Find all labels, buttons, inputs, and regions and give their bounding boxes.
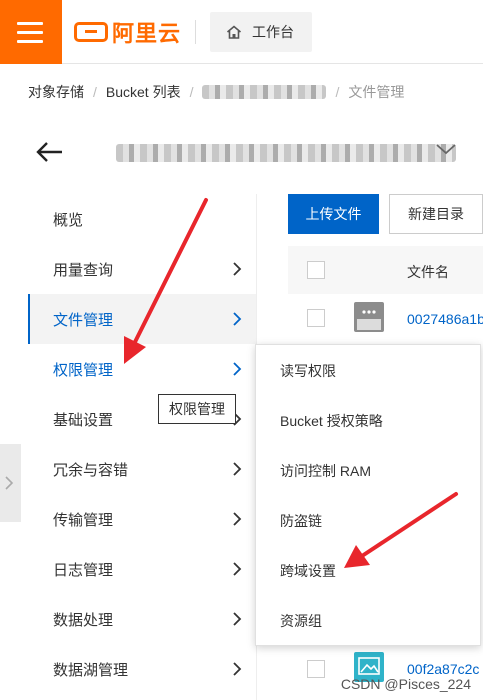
chevron-right-icon (233, 312, 242, 326)
submenu-item-hotlink-protection[interactable]: 防盗链 (256, 496, 480, 546)
file-type-icon (354, 302, 384, 332)
header-divider (195, 20, 196, 44)
breadcrumb-separator: / (93, 84, 97, 100)
file-table-header: 文件名 (288, 246, 483, 294)
breadcrumb-bucket-name-redacted[interactable] (202, 85, 327, 99)
workbench-label: 工作台 (252, 24, 294, 40)
submenu-item-cors-settings[interactable]: 跨域设置 (256, 546, 480, 596)
breadcrumb-separator: / (189, 84, 194, 100)
chevron-right-icon (233, 612, 242, 626)
select-all-checkbox[interactable] (307, 261, 325, 279)
sidebar-item-label: 冗余与容错 (53, 461, 129, 479)
aliyun-logo[interactable]: 阿里云 (74, 18, 181, 46)
chevron-right-icon (233, 662, 242, 676)
chevron-right-icon (233, 262, 242, 276)
menu-hamburger-button[interactable] (0, 0, 62, 64)
sidebar-tooltip: 权限管理 (158, 394, 236, 424)
breadcrumb-current: 文件管理 (348, 84, 405, 100)
sidebar-item-permission-management[interactable]: 权限管理 (28, 344, 256, 394)
upload-file-button[interactable]: 上传文件 (288, 194, 379, 234)
bucket-name-redacted (116, 144, 456, 162)
sidebar-item-label: 权限管理 (53, 361, 114, 379)
chevron-down-icon[interactable] (435, 142, 457, 156)
aliyun-logo-icon (74, 22, 108, 42)
sidebar-item-data-processing[interactable]: 数据处理 (28, 594, 256, 644)
workbench-button[interactable]: 工作台 (210, 12, 312, 52)
sidebar-item-transfer-management[interactable]: 传输管理 (28, 494, 256, 544)
sidebar-item-label: 用量查询 (53, 261, 114, 279)
breadcrumb-separator: / (335, 84, 340, 100)
breadcrumb-bucket-list[interactable]: Bucket 列表 (106, 82, 181, 102)
back-arrow-icon[interactable] (34, 140, 64, 164)
sidebar-item-label: 文件管理 (53, 311, 114, 329)
sidebar-item-usage-query[interactable]: 用量查询 (28, 244, 256, 294)
home-icon (226, 25, 242, 39)
submenu-item-rw-permission[interactable]: 读写权限 (256, 346, 480, 396)
file-name-link[interactable]: 00f2a87c2c (407, 661, 479, 677)
submenu-item-ram-access[interactable]: 访问控制 RAM (256, 446, 480, 496)
bucket-header (30, 138, 470, 168)
sidebar-item-overview[interactable]: 概览 (28, 194, 256, 244)
sidebar-nav: 概览 用量查询 文件管理 权限管理 基础设置 冗余与容错 传输管理 日志管理 数… (28, 194, 256, 694)
sidebar-item-label: 基础设置 (53, 411, 114, 429)
chevron-right-icon (233, 562, 242, 576)
watermark: CSDN @Pisces_224 (340, 676, 471, 692)
sidebar-item-label: 概览 (53, 211, 84, 229)
chevron-right-icon (5, 476, 14, 490)
submenu-item-bucket-policy[interactable]: Bucket 授权策略 (256, 396, 480, 446)
row-checkbox[interactable] (307, 309, 325, 327)
file-name-link[interactable]: 0027486a1b (407, 311, 483, 327)
sidebar-item-label: 传输管理 (53, 511, 114, 529)
new-directory-button[interactable]: 新建目录 (389, 194, 483, 234)
sidebar-item-label: 数据湖管理 (53, 661, 129, 679)
chevron-right-icon (233, 462, 242, 476)
sidebar-item-file-management[interactable]: 文件管理 (28, 294, 256, 344)
sidebar-item-data-lake[interactable]: 数据湖管理 (28, 644, 256, 694)
chevron-right-icon (233, 362, 242, 376)
chevron-right-icon (233, 512, 242, 526)
column-header-filename: 文件名 (407, 264, 449, 280)
sidebar-collapse-handle[interactable] (0, 444, 21, 522)
permission-submenu: 读写权限 Bucket 授权策略 访问控制 RAM 防盗链 跨域设置 资源组 (255, 344, 481, 646)
submenu-item-resource-group[interactable]: 资源组 (256, 596, 480, 646)
sidebar-item-label: 日志管理 (53, 561, 114, 579)
sidebar-item-log-management[interactable]: 日志管理 (28, 544, 256, 594)
sidebar-item-redundancy[interactable]: 冗余与容错 (28, 444, 256, 494)
breadcrumb: 对象存储 / Bucket 列表 / / 文件管理 (28, 82, 404, 102)
top-navbar: 阿里云 工作台 (0, 0, 483, 64)
table-row: 0027486a1b (288, 294, 483, 344)
sidebar-item-label: 数据处理 (53, 611, 114, 629)
row-checkbox[interactable] (307, 660, 325, 678)
breadcrumb-oss[interactable]: 对象存储 (28, 82, 84, 102)
